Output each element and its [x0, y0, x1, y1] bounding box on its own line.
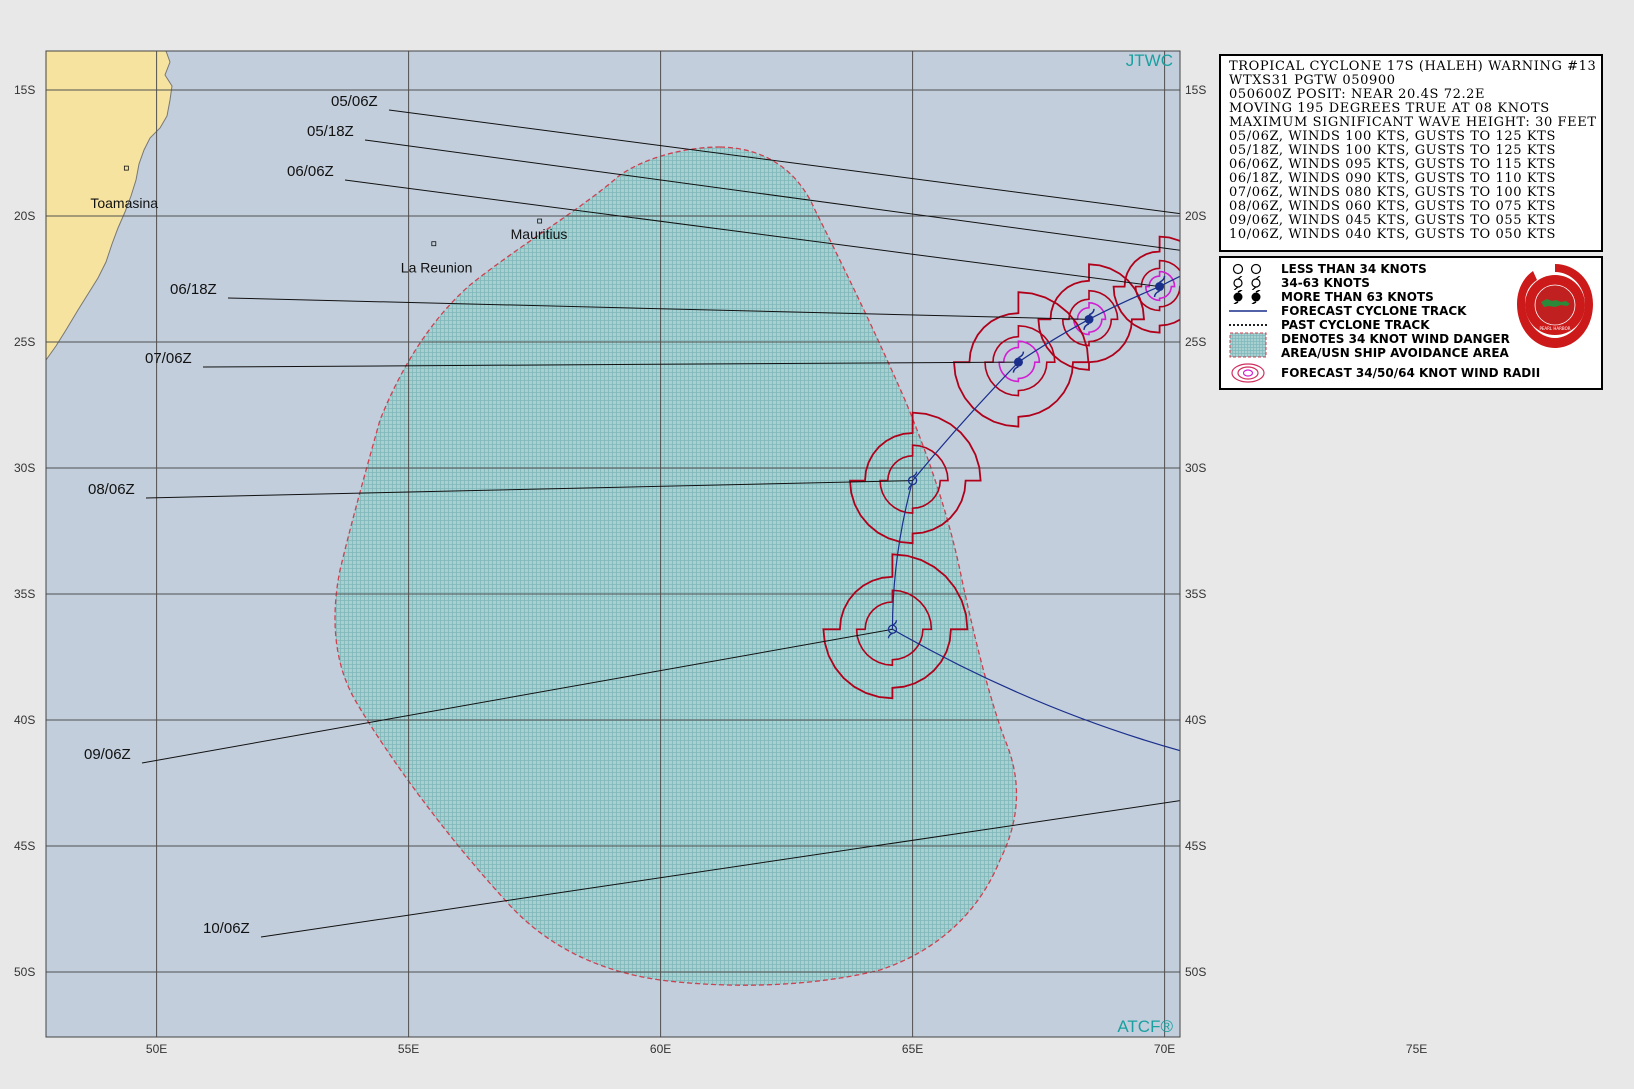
lat-tick-label-right: 20S: [1185, 209, 1206, 223]
warning-line: MAXIMUM SIGNIFICANT WAVE HEIGHT: 30 FEET: [1229, 115, 1597, 130]
lat-tick-label-right: 15S: [1185, 83, 1206, 97]
atcf-label: ATCF®: [1117, 1017, 1173, 1036]
warning-line: 09/06Z, WINDS 045 KTS, GUSTS TO 055 KTS: [1229, 213, 1556, 228]
lat-tick-label-left: 40S: [14, 713, 35, 727]
lat-tick-label-right: 40S: [1185, 713, 1206, 727]
lat-tick-label-right: 50S: [1185, 965, 1206, 979]
legend-label: DENOTES 34 KNOT WIND DANGER: [1281, 332, 1510, 346]
wind-radii-icon: [1231, 363, 1265, 383]
forecast-time-label: 06/06Z: [287, 163, 334, 180]
lat-tick-label-left: 15S: [14, 83, 35, 97]
past-position-hurricane-icon: [1337, 25, 1345, 39]
past-track-line-icon: [1229, 324, 1267, 326]
warning-line: 06/06Z, WINDS 095 KTS, GUSTS TO 115 KTS: [1229, 157, 1556, 172]
hurricane-icon: [1233, 290, 1261, 304]
warning-line: TROPICAL CYCLONE 17S (HALEH) WARNING #13: [1229, 59, 1597, 74]
lat-tick-label-right: 35S: [1185, 587, 1206, 601]
lon-tick-label: 55E: [398, 1042, 419, 1056]
lat-tick-label-left: 30S: [14, 461, 35, 475]
warning-line: WTXS31 PGTW 050900: [1229, 73, 1396, 88]
place-label: Toamasina: [90, 195, 158, 211]
place-label: La Reunion: [401, 260, 473, 276]
warning-line: 07/06Z, WINDS 080 KTS, GUSTS TO 100 KTS: [1229, 185, 1556, 200]
jtwc-label: JTWC: [1126, 51, 1173, 70]
radius-34kt: [1201, 656, 1441, 896]
legend-label: 34-63 KNOTS: [1281, 276, 1370, 290]
lat-tick-label-right: 30S: [1185, 461, 1206, 475]
lat-tick-label-right: 25S: [1185, 335, 1206, 349]
lon-tick-label: 65E: [902, 1042, 923, 1056]
legend-label: MORE THAN 63 KNOTS: [1281, 290, 1434, 304]
lat-tick-label-left: 45S: [14, 839, 35, 853]
lon-tick-label: 60E: [650, 1042, 671, 1056]
warning-line: 05/18Z, WINDS 100 KTS, GUSTS TO 125 KTS: [1229, 143, 1556, 158]
warning-line: 10/06Z, WINDS 040 KTS, GUSTS TO 050 KTS: [1229, 227, 1556, 242]
warning-line: 050600Z POSIT: NEAR 20.4S 72.2E: [1229, 87, 1486, 102]
lon-tick-label: 70E: [1154, 1042, 1175, 1056]
tropical-storm-marker-icon: [1312, 771, 1320, 789]
lat-tick-label-left: 35S: [14, 587, 35, 601]
warning-line: 06/18Z, WINDS 090 KTS, GUSTS TO 110 KTS: [1229, 171, 1556, 186]
forecast-time-label: 09/06Z: [84, 746, 131, 763]
lon-tick-label: 50E: [146, 1042, 167, 1056]
forecast-time-label: 07/06Z: [145, 350, 192, 367]
place-label: Mauritius: [511, 226, 568, 242]
forecast-time-label: 08/06Z: [88, 481, 135, 498]
lat-tick-label-left: 20S: [14, 209, 35, 223]
svg-text:PEARL HARBOR: PEARL HARBOR: [1539, 326, 1570, 331]
forecast-track-line-icon: [1229, 310, 1267, 312]
legend-label: AREA/USN SHIP AVOIDANCE AREA: [1281, 346, 1509, 360]
forecast-time-label: 10/06Z: [203, 920, 250, 937]
warning-line: 05/06Z, WINDS 100 KTS, GUSTS TO 125 KTS: [1229, 129, 1556, 144]
forecast-time-label: 06/18Z: [170, 281, 217, 298]
legend-label: PAST CYCLONE TRACK: [1281, 318, 1430, 332]
legend-label: LESS THAN 34 KNOTS: [1281, 262, 1427, 276]
legend-label: FORECAST 34/50/64 KNOT WIND RADII: [1281, 366, 1541, 380]
warning-lines: TROPICAL CYCLONE 17S (HALEH) WARNING #13…: [1229, 60, 1601, 242]
jtwc-seal-icon: PEARL HARBOR: [1517, 264, 1593, 348]
lat-tick-label-left: 25S: [14, 335, 35, 349]
warning-line: 08/06Z, WINDS 060 KTS, GUSTS TO 075 KTS: [1229, 199, 1556, 214]
past-position-hurricane-icon: [1342, 40, 1350, 54]
lat-tick-label-right: 45S: [1185, 839, 1206, 853]
legend-label: FORECAST CYCLONE TRACK: [1281, 304, 1467, 318]
warning-line: MOVING 195 DEGREES TRUE AT 08 KNOTS: [1229, 101, 1550, 116]
tropical-storm-icon: [1233, 276, 1261, 290]
lon-tick-label: 75E: [1406, 1042, 1427, 1056]
danger-area-swatch-icon: [1229, 332, 1267, 358]
forecast-time-label: 05/06Z: [331, 93, 378, 110]
forecast-time-label: 05/18Z: [307, 123, 354, 140]
legend-row-wind-radii: FORECAST 34/50/64 KNOT WIND RADII: [1229, 362, 1589, 384]
warning-text-box: TROPICAL CYCLONE 17S (HALEH) WARNING #13…: [1219, 54, 1603, 252]
legend: LESS THAN 34 KNOTS 34-63 KNOTS MORE THAN…: [1219, 256, 1603, 390]
lat-tick-label-left: 50S: [14, 965, 35, 979]
open-circle-icon: [1232, 263, 1262, 275]
